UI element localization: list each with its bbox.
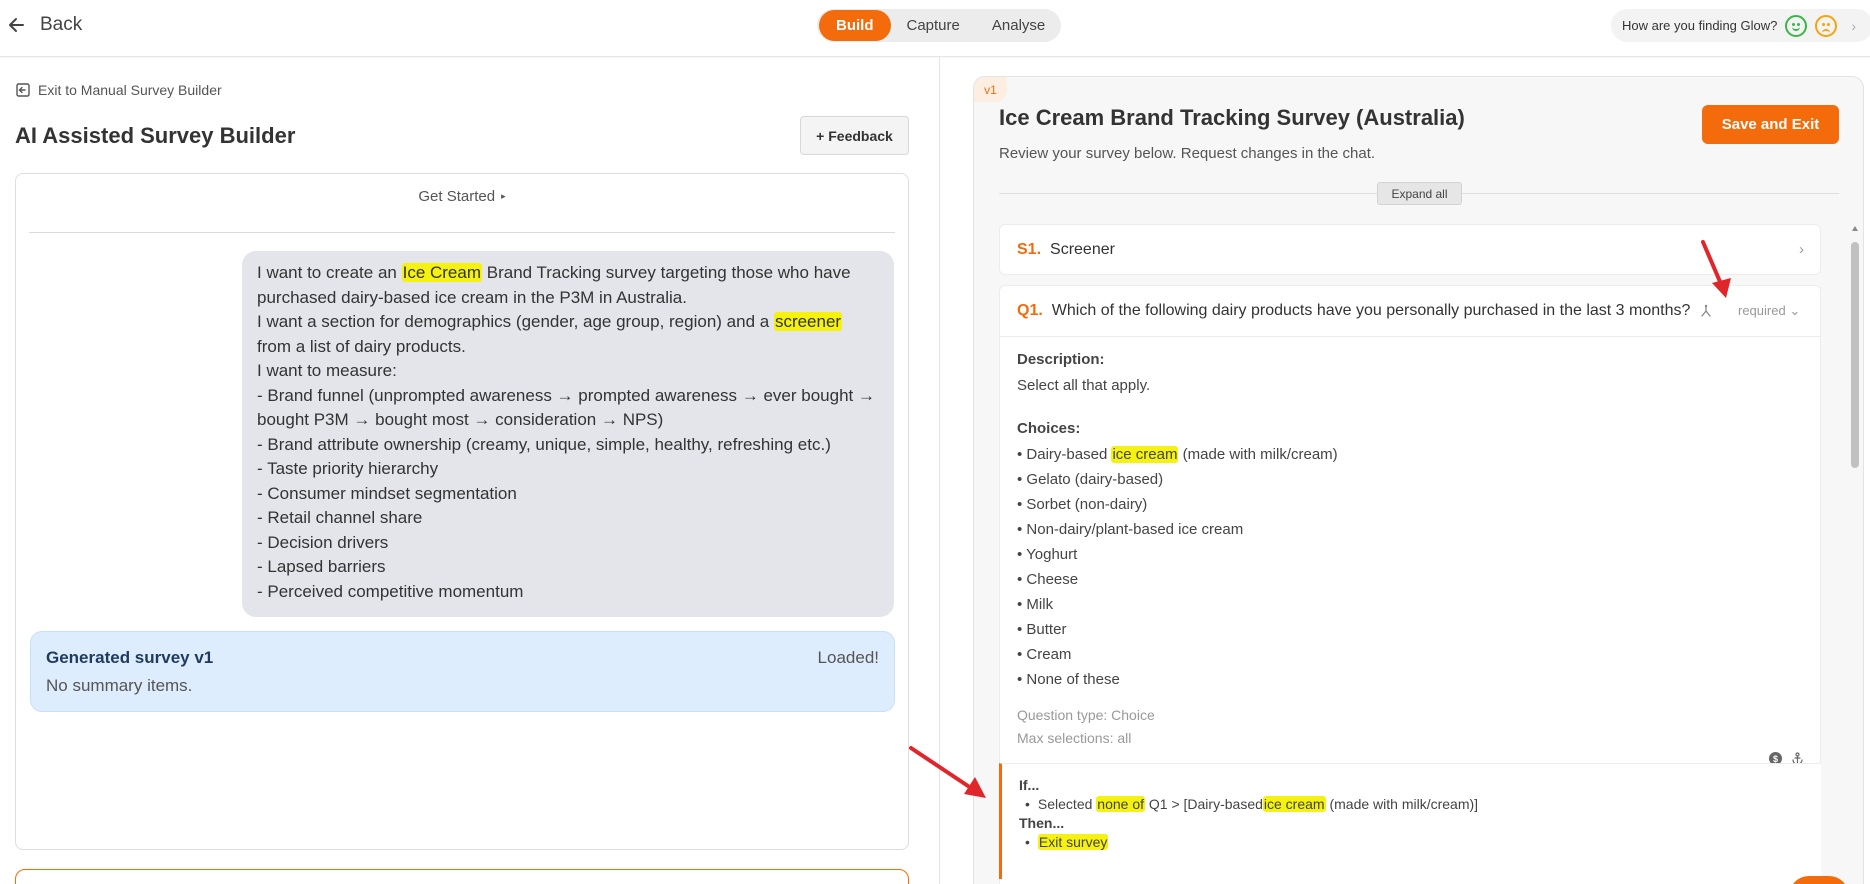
scrollbar[interactable] (1851, 224, 1859, 884)
search-highlight: none of (1096, 796, 1145, 812)
choice-item: • Gelato (dairy-based) (1017, 471, 1164, 488)
search-highlight: Exit survey (1037, 834, 1109, 850)
message-line: - Consumer mindset segmentation (257, 483, 517, 503)
get-started-label: Get Started (418, 188, 496, 205)
chevron-right-icon[interactable]: › (1851, 18, 1856, 34)
search-highlight: ice cream (1262, 796, 1326, 812)
logic-then-label: Then... (1019, 815, 1065, 831)
message-line: - Brand attribute ownership (creamy, uni… (257, 434, 831, 454)
choice-item: • Sorbet (non-dairy) (1017, 496, 1148, 513)
get-started-toggle[interactable]: Get Started ▸ (16, 188, 908, 205)
version-badge: v1 (974, 77, 1007, 102)
save-and-exit-button[interactable]: Save and Exit (1702, 105, 1839, 144)
question-type: Question type: Choice (1017, 707, 1155, 723)
branch-icon[interactable] (1699, 304, 1713, 318)
user-message-bubble: I want to create an Ice Cream Brand Trac… (242, 251, 894, 617)
question-body: Description: Select all that apply. Choi… (1017, 351, 1338, 750)
message-line: - Brand funnel (unprompted awareness → p… (257, 385, 875, 430)
choice-item: • Non-dairy/plant-based ice cream (1017, 521, 1244, 538)
description-label: Description: (1017, 351, 1105, 368)
scroll-up-icon[interactable] (1852, 226, 1858, 231)
survey-subtitle: Review your survey below. Request change… (999, 145, 1376, 162)
survey-title: Ice Cream Brand Tracking Survey (Austral… (999, 105, 1465, 130)
choice-item: • Dairy-based ice cream (made with milk/… (1017, 446, 1338, 463)
exit-link-label: Exit to Manual Survey Builder (38, 82, 222, 98)
message-line: I want a section for demographics (gende… (257, 312, 843, 356)
feedback-button[interactable]: + Feedback (800, 116, 909, 155)
choice-item: • Cream (1017, 646, 1072, 663)
logic-condition: Selected none of Q1 > [Dairy-basedice cr… (1019, 793, 1821, 815)
choice-list: • Dairy-based ice cream (made with milk/… (1017, 442, 1338, 692)
max-selections: Max selections: all (1017, 730, 1132, 746)
generated-survey-status: Loaded! (817, 648, 879, 667)
happy-face-icon[interactable] (1785, 14, 1808, 37)
logic-action: Exit survey (1019, 831, 1821, 853)
divider (29, 232, 895, 233)
question-number: Q1. (1017, 302, 1043, 319)
chevron-down-icon: ⌄ (1789, 303, 1801, 318)
search-highlight: ice cream (1111, 446, 1179, 463)
section-screener[interactable]: S1. Screener › (999, 224, 1821, 275)
scrollbar-thumb[interactable] (1851, 242, 1859, 468)
choice-item: • Milk (1017, 596, 1054, 613)
exit-to-manual-link[interactable]: Exit to Manual Survey Builder (16, 82, 222, 98)
back-button[interactable]: Back (6, 10, 82, 40)
page-title: AI Assisted Survey Builder (15, 123, 296, 148)
required-dropdown[interactable]: required ⌄ (1738, 303, 1800, 319)
message-line: - Taste priority hierarchy (257, 459, 439, 478)
search-highlight: screener (773, 312, 843, 331)
generated-survey-card[interactable]: Generated survey v1 No summary items. Lo… (30, 631, 895, 712)
choice-item: • Yoghurt (1017, 546, 1078, 563)
mode-tabs: Build Capture Analyse (817, 9, 1061, 42)
feedback-prompt: How are you finding Glow? (1622, 18, 1778, 33)
choice-item: • None of these (1017, 671, 1120, 688)
top-bar: Back Build Capture Analyse How are you f… (0, 0, 1870, 57)
choices-label: Choices: (1017, 420, 1081, 437)
survey-preview-panel: v1 Ice Cream Brand Tracking Survey (Aust… (973, 76, 1864, 884)
exit-icon (16, 83, 30, 97)
question-text: Which of the following dairy products ha… (1051, 302, 1691, 319)
logic-if-label: If... (1019, 777, 1040, 793)
message-line: I want to create an Ice Cream Brand Trac… (257, 263, 851, 307)
chat-input[interactable] (15, 869, 909, 884)
message-line: - Perceived competitive momentum (257, 581, 524, 601)
arrow-left-icon (9, 18, 24, 32)
message-line: - Retail channel share (257, 508, 423, 527)
message-line: I want to measure: (257, 361, 397, 380)
chat-panel: Get Started ▸ I want to create an Ice Cre… (15, 173, 909, 850)
panel-divider (939, 57, 940, 884)
tab-capture[interactable]: Capture (891, 10, 976, 41)
section-number: S1. (1017, 240, 1042, 258)
skip-logic-block[interactable]: If... Selected none of Q1 > [Dairy-based… (999, 763, 1821, 879)
generated-survey-title: Generated survey v1 (46, 648, 214, 667)
expand-all-button[interactable]: Expand all (1377, 182, 1462, 205)
message-line: - Decision drivers (257, 532, 389, 552)
message-line: - Lapsed barriers (257, 557, 386, 576)
caret-right-icon: ▸ (501, 191, 506, 201)
chevron-right-icon: › (1799, 241, 1804, 258)
tab-analyse[interactable]: Analyse (976, 10, 1061, 41)
choice-item: • Butter (1017, 621, 1067, 638)
feedback-widget: How are you finding Glow? › (1611, 9, 1870, 42)
sad-face-icon[interactable] (1815, 14, 1838, 37)
back-label: Back (40, 14, 83, 35)
section-title: Screener (1050, 240, 1115, 258)
search-highlight: Ice Cream (401, 263, 483, 282)
choice-item: • Cheese (1017, 571, 1079, 588)
question-header[interactable]: Q1. Which of the following dairy product… (1000, 286, 1820, 337)
tab-build[interactable]: Build (819, 10, 891, 41)
generated-survey-summary: No summary items. (46, 676, 193, 695)
description-text: Select all that apply. (1017, 377, 1151, 394)
